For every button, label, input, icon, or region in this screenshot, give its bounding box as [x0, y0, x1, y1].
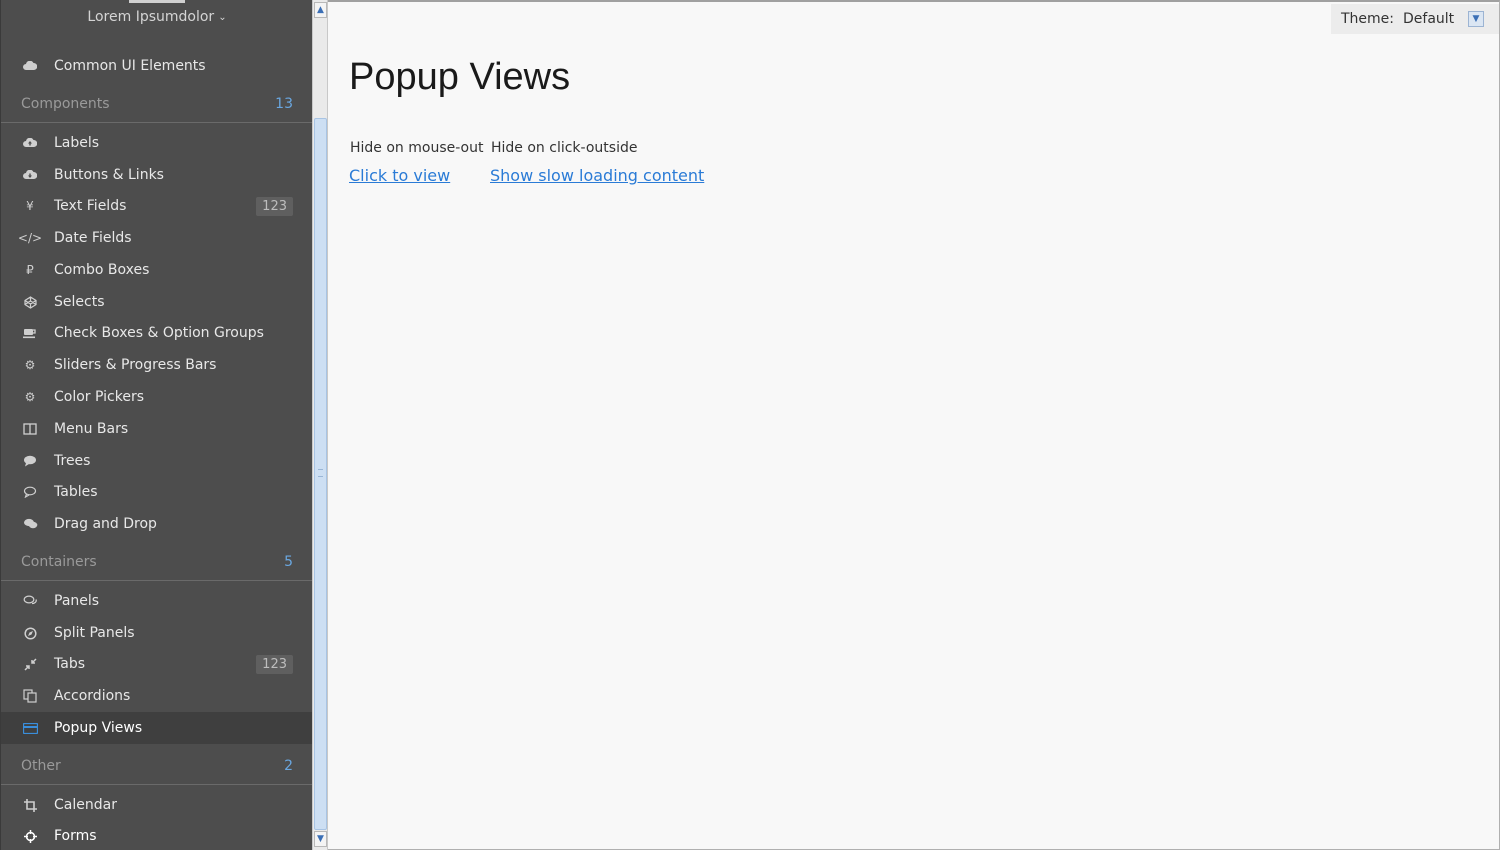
section-count: 13 [275, 95, 293, 112]
hide-click-outside-label: Hide on click-outside [491, 140, 638, 156]
comment-outline-icon [21, 483, 39, 501]
section-components: Components 13 [1, 85, 313, 123]
cloud-icon [21, 57, 39, 75]
sidebar-item-combo-boxes[interactable]: ₽ Combo Boxes [1, 254, 313, 286]
sidebar-item-color-pickers[interactable]: ⚙ Color Pickers [1, 381, 313, 413]
code-icon: </> [17, 231, 43, 245]
user-menu[interactable]: Lorem Ipsumdolor ⌄ [1, 9, 313, 25]
sidebar-item-date-fields[interactable]: </> Date Fields [1, 222, 313, 254]
dropdown-arrow-icon[interactable]: ▼ [1468, 11, 1484, 27]
cogs-icon: ⚙ [24, 390, 36, 404]
sidebar-item-buttons-links[interactable]: Buttons & Links [1, 159, 313, 191]
cloud-download-icon [21, 166, 39, 184]
sidebar-item-tables[interactable]: Tables [1, 476, 313, 508]
section-other: Other 2 [1, 747, 313, 785]
scroll-grip [318, 469, 323, 477]
count-badge: 123 [256, 654, 293, 674]
sidebar-item-calendar[interactable]: Calendar [1, 789, 313, 821]
scroll-down-button[interactable]: ▼ [314, 831, 327, 847]
crop-icon [21, 796, 39, 814]
user-menu-label: Lorem Ipsumdolor [87, 9, 215, 25]
scroll-thumb[interactable] [314, 118, 327, 830]
sidebar-scrollbar[interactable]: ▲ ▼ [312, 0, 328, 850]
sidebar-item-popup-views[interactable]: Popup Views [1, 712, 313, 744]
sidebar-item-trees[interactable]: Trees [1, 445, 313, 477]
hide-mouse-out-label: Hide on mouse-out [350, 140, 484, 156]
credit-card-icon [21, 719, 39, 737]
copy-icon [21, 687, 39, 705]
yen-icon: ¥ [26, 199, 34, 213]
sidebar-item-sliders[interactable]: ⚙ Sliders & Progress Bars [1, 349, 313, 381]
count-badge: 123 [256, 196, 293, 216]
codepen-icon [21, 293, 39, 311]
sidebar-top-indicator [129, 0, 185, 3]
sidebar-item-split-panels[interactable]: Split Panels [1, 617, 313, 649]
sidebar-item-tabs[interactable]: Tabs 123 [1, 648, 313, 680]
cog-icon: ⚙ [24, 358, 36, 372]
sidebar: Lorem Ipsumdolor ⌄ Common UI Elements Com… [0, 0, 313, 850]
section-count: 2 [284, 757, 293, 774]
ruble-icon: ₽ [26, 263, 34, 277]
main-content: Theme: Default ▼ Popup Views Hide on mou… [328, 0, 1500, 850]
scroll-up-button[interactable]: ▲ [314, 2, 327, 18]
sidebar-item-selects[interactable]: Selects [1, 286, 313, 318]
click-to-view-link[interactable]: Click to view [349, 166, 450, 185]
compass-icon [21, 624, 39, 642]
section-count: 5 [284, 553, 293, 570]
sidebar-item-labels[interactable]: Labels [1, 127, 313, 159]
sidebar-item-panels[interactable]: Panels [1, 585, 313, 617]
section-containers: Containers 5 [1, 543, 313, 581]
comment-icon [21, 452, 39, 470]
theme-label: Theme: [1341, 11, 1395, 27]
sidebar-item-text-fields[interactable]: ¥ Text Fields 123 [1, 190, 313, 222]
compress-icon [21, 655, 39, 673]
chevron-down-icon: ⌄ [218, 12, 227, 23]
theme-selector[interactable]: Theme: Default ▼ [1331, 4, 1499, 34]
sidebar-item-check-boxes[interactable]: Check Boxes & Option Groups [1, 317, 313, 349]
crosshairs-icon [21, 827, 39, 845]
comments-outline-icon [21, 592, 39, 610]
show-slow-loading-link[interactable]: Show slow loading content [490, 166, 704, 185]
sidebar-item-common-ui-elements[interactable]: Common UI Elements [1, 50, 313, 82]
columns-icon [21, 420, 39, 438]
page-title: Popup Views [349, 56, 571, 98]
sidebar-item-drag-and-drop[interactable]: Drag and Drop [1, 508, 313, 540]
comments-icon [21, 515, 39, 533]
cloud-upload-icon [21, 134, 39, 152]
theme-value: Default [1403, 11, 1455, 27]
sidebar-item-forms[interactable]: Forms [1, 820, 313, 850]
sidebar-item-menu-bars[interactable]: Menu Bars [1, 413, 313, 445]
sidebar-item-accordions[interactable]: Accordions [1, 680, 313, 712]
coffee-icon [21, 324, 39, 342]
